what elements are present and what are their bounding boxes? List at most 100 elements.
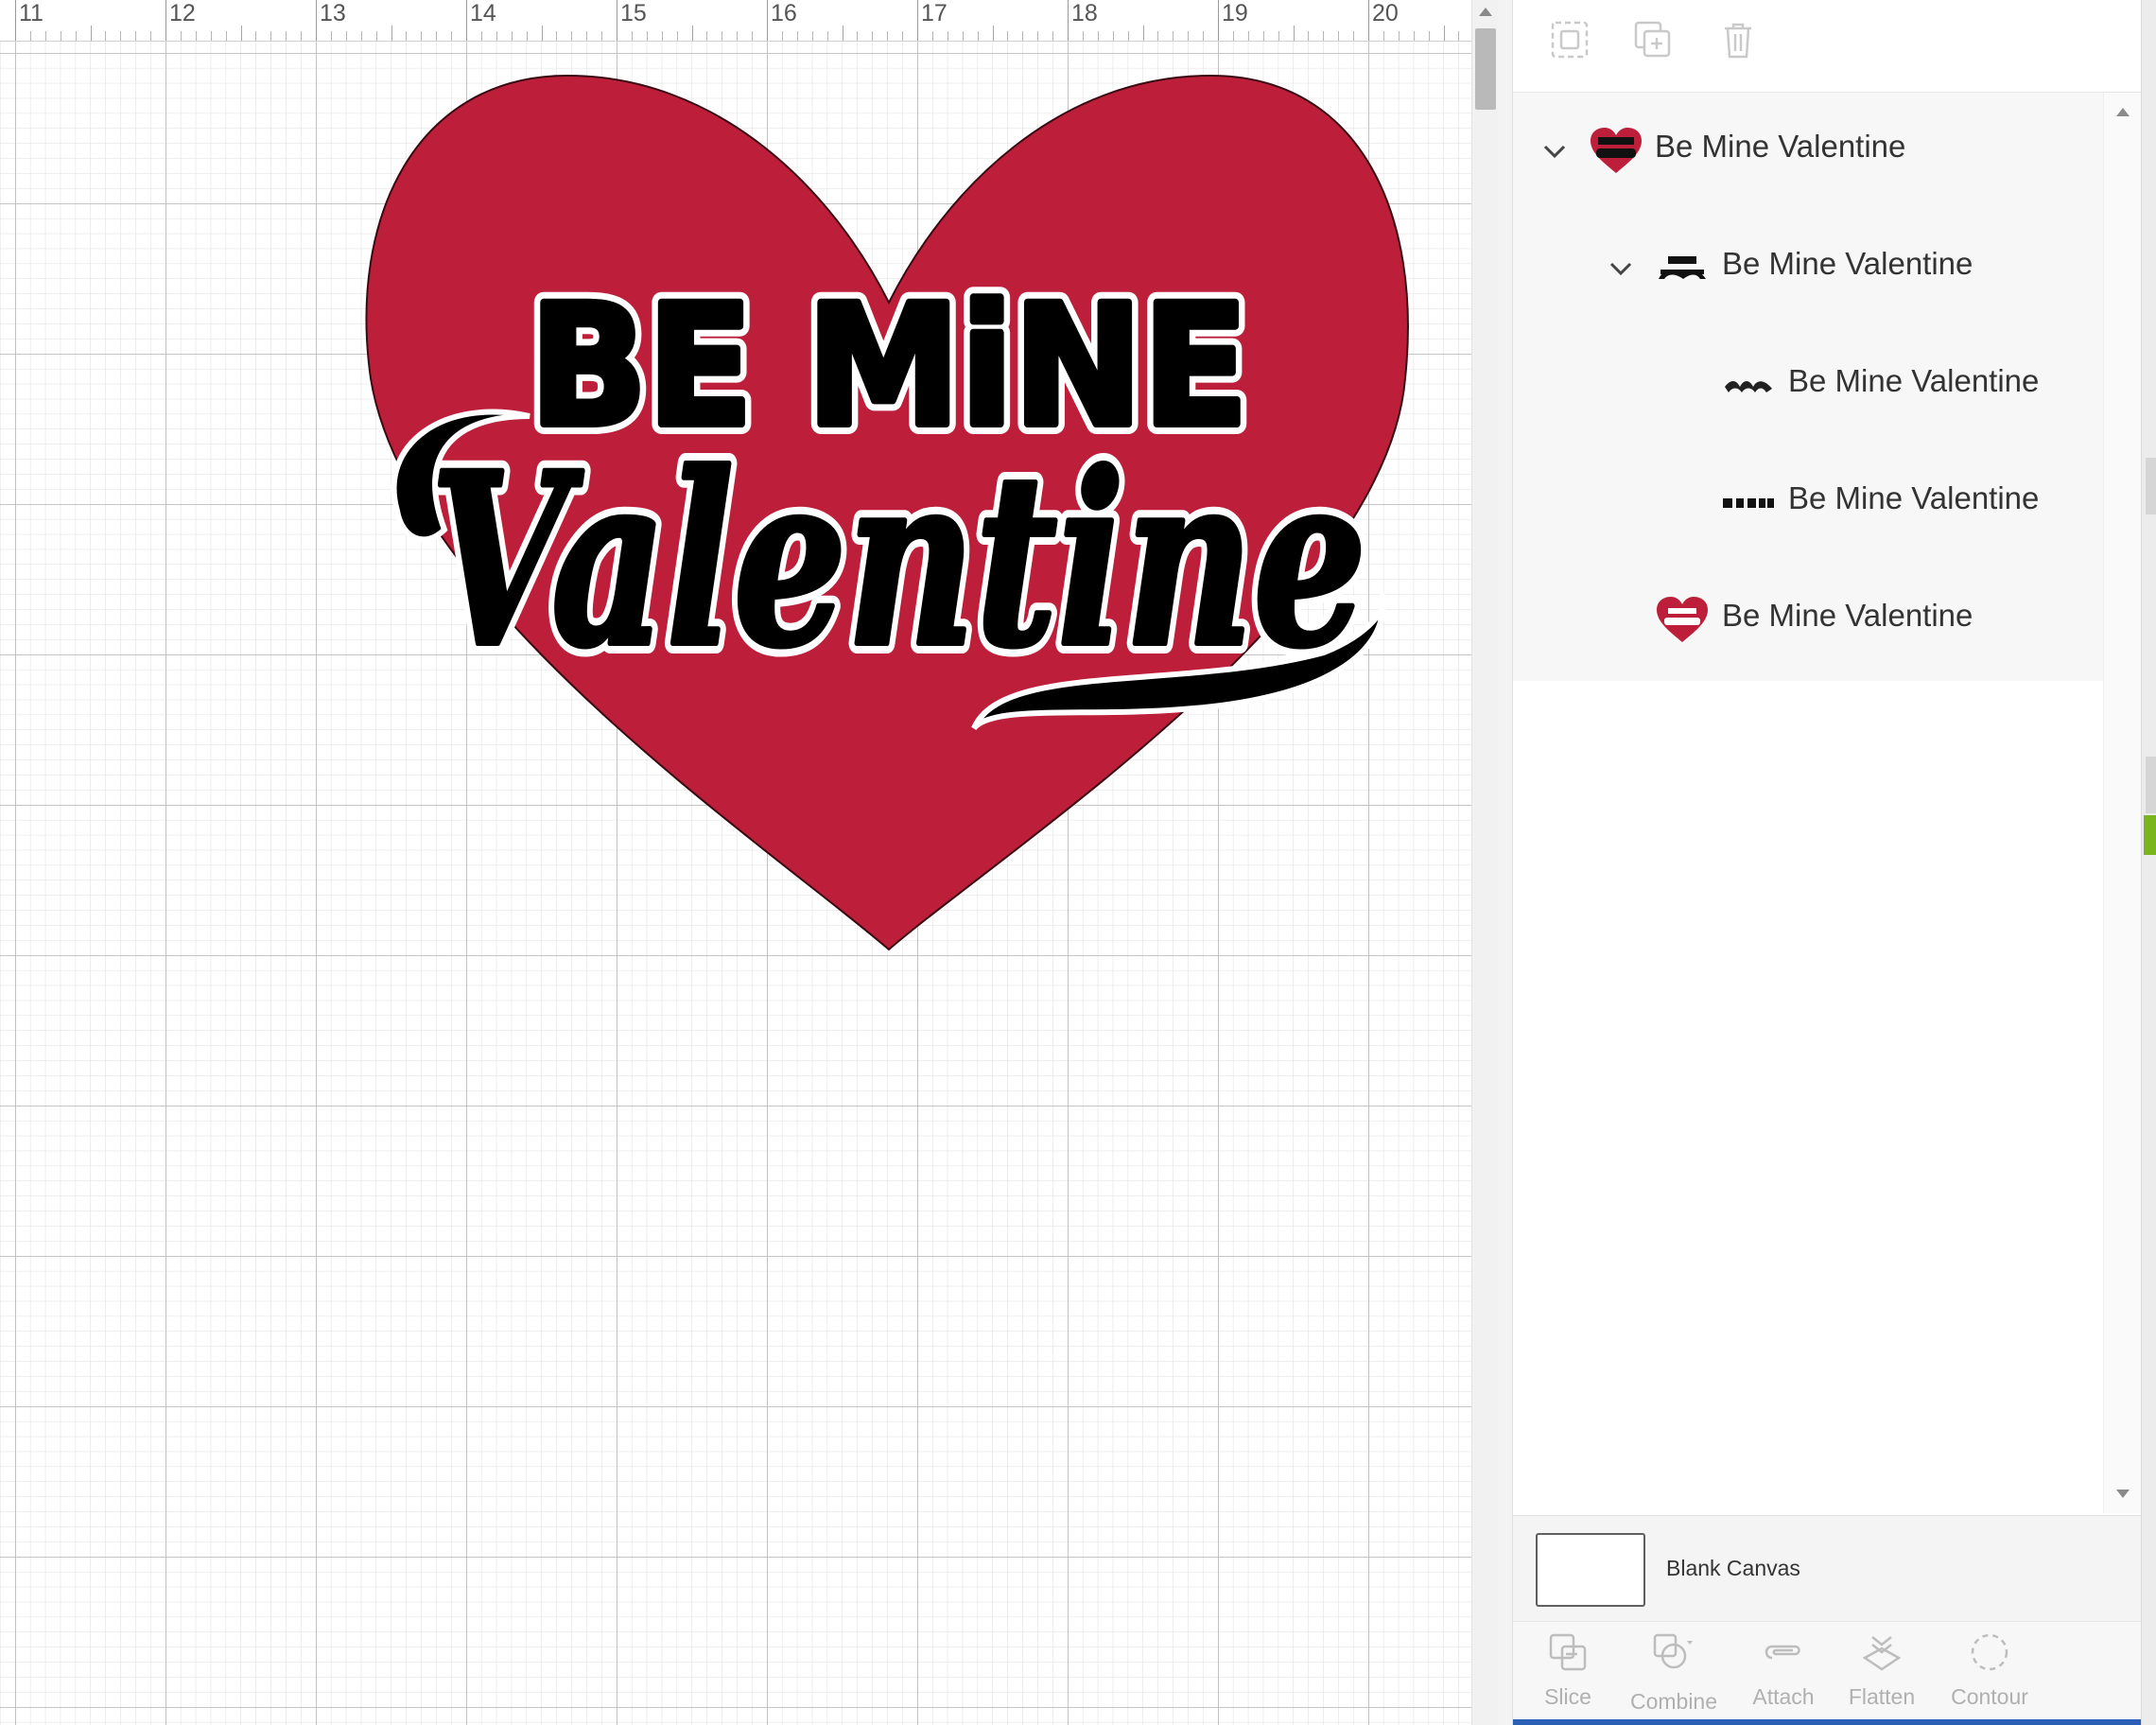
layer-label[interactable]: Be Mine Valentine — [1722, 598, 1973, 634]
scrollbar-thumb[interactable] — [1475, 28, 1496, 110]
ruler-label: 18 — [1071, 0, 1098, 26]
slice-button[interactable]: Slice — [1521, 1629, 1615, 1716]
ruler-minor-tick — [601, 31, 603, 41]
layer-label[interactable]: Be Mine Valentine — [1788, 363, 2039, 399]
ruler-minor-tick — [526, 31, 528, 41]
canvas-color-swatch[interactable] — [1536, 1533, 1645, 1607]
ruler-minor-tick — [1293, 26, 1295, 41]
layers-list-container[interactable]: Be Mine Valentine Be Mine Valentine Be M… — [1513, 93, 2103, 1513]
combine-icon — [1653, 1633, 1693, 1669]
combine-label: Combine — [1629, 1689, 1718, 1714]
ruler-minor-tick — [270, 31, 272, 41]
contour-label: Contour — [1951, 1684, 2028, 1709]
ruler-minor-tick — [75, 31, 77, 41]
edge-tab[interactable] — [2146, 757, 2156, 813]
ruler-minor-tick — [255, 31, 257, 41]
ruler-major-tick — [767, 0, 768, 41]
layers-scrollbar[interactable] — [2103, 93, 2141, 1513]
ruler-minor-tick — [1022, 31, 1024, 41]
layer-label[interactable]: Be Mine Valentine — [1655, 129, 1905, 165]
combine-button[interactable]: Combine — [1626, 1629, 1721, 1716]
ruler-minor-tick — [496, 31, 497, 41]
ruler-major-tick — [15, 0, 16, 41]
ruler-minor-tick — [737, 31, 739, 41]
blank-canvas-row[interactable]: Blank Canvas — [1513, 1515, 2141, 1621]
ruler-label: 12 — [169, 0, 196, 26]
layer-label[interactable]: Be Mine Valentine — [1722, 246, 1973, 282]
canvas-area[interactable]: 11 12 13 14 15 16 17 18 19 20 BE MiNE BE… — [0, 0, 1471, 1725]
ruler-minor-tick — [286, 31, 287, 41]
ruler-minor-tick — [1112, 31, 1114, 41]
ruler-minor-tick — [1413, 31, 1415, 41]
layer-row-group[interactable]: Be Mine Valentine — [1513, 93, 2103, 210]
ruler-minor-tick — [451, 31, 453, 41]
ruler-minor-tick — [676, 31, 678, 41]
ruler-minor-tick — [781, 31, 783, 41]
ruler-major-tick — [917, 0, 918, 41]
ruler-minor-tick — [571, 31, 573, 41]
ruler-minor-tick — [1188, 31, 1190, 41]
ruler-minor-tick — [1007, 31, 1009, 41]
ruler-minor-tick — [391, 26, 392, 41]
ruler-minor-tick — [1262, 31, 1264, 41]
ruler-minor-tick — [1278, 31, 1279, 41]
ruler-minor-tick — [541, 26, 543, 41]
ruler-label: 20 — [1372, 0, 1399, 26]
layer-row-heart[interactable]: Be Mine Valentine — [1513, 562, 2103, 679]
design-space: 11 12 13 14 15 16 17 18 19 20 BE MiNE BE… — [0, 0, 2156, 1725]
flatten-label: Flatten — [1848, 1684, 1916, 1709]
chevron-down-icon[interactable] — [1606, 253, 1636, 284]
ruler-minor-tick — [872, 31, 874, 41]
ruler-minor-tick — [826, 31, 828, 41]
horizontal-ruler: 11 12 13 14 15 16 17 18 19 20 — [0, 0, 1471, 42]
ruler-minor-tick — [992, 26, 994, 41]
edge-tab-active[interactable] — [2144, 815, 2156, 855]
ruler-minor-tick — [931, 31, 933, 41]
flatten-button[interactable]: Flatten — [1834, 1629, 1929, 1716]
ruler-minor-tick — [977, 31, 979, 41]
layer-label[interactable]: Be Mine Valentine — [1788, 480, 2039, 516]
scroll-up-arrow-icon[interactable] — [1479, 8, 1492, 16]
ruler-label: 15 — [620, 0, 647, 26]
canvas-scrollbar[interactable] — [1471, 0, 1498, 1725]
slice-label: Slice — [1544, 1684, 1591, 1709]
ruler-minor-tick — [902, 31, 904, 41]
ruler-minor-tick — [586, 31, 588, 41]
ruler-minor-tick — [1173, 31, 1174, 41]
edge-tab[interactable] — [2146, 458, 2156, 514]
contour-button[interactable]: Contour — [1942, 1629, 2037, 1716]
duplicate-icon[interactable] — [1630, 17, 1676, 62]
group-icon[interactable] — [1547, 17, 1592, 62]
ruler-minor-tick — [857, 31, 859, 41]
chevron-down-icon[interactable] — [1539, 136, 1570, 166]
ruler-minor-tick — [752, 31, 754, 41]
valentine-script-text[interactable]: Valentine Valentine — [391, 409, 1387, 731]
attach-button[interactable]: Attach — [1736, 1629, 1831, 1716]
scroll-up-arrow-icon[interactable] — [2116, 108, 2130, 116]
ruler-minor-tick — [1443, 26, 1445, 41]
ruler-minor-tick — [646, 31, 648, 41]
ruler-minor-tick — [44, 31, 46, 41]
ruler-minor-tick — [1428, 31, 1430, 41]
ruler-label: 11 — [19, 0, 43, 26]
ruler-minor-tick — [345, 31, 347, 41]
ruler-minor-tick — [887, 31, 889, 41]
ruler-minor-tick — [436, 31, 438, 41]
ruler-minor-tick — [691, 26, 693, 41]
ruler-minor-tick — [1142, 26, 1144, 41]
right-edge-strip — [2141, 0, 2156, 1725]
ruler-major-tick — [466, 0, 467, 41]
delete-icon[interactable] — [1715, 17, 1761, 62]
layer-thumbnail-block-text — [1723, 498, 1774, 508]
ruler-minor-tick — [1127, 31, 1129, 41]
ruler-minor-tick — [811, 31, 813, 41]
layer-row-be-mine[interactable]: Be Mine Valentine — [1513, 444, 2103, 562]
ruler-minor-tick — [556, 31, 558, 41]
layer-row-text-group[interactable]: Be Mine Valentine — [1513, 210, 2103, 327]
layer-thumbnail-script — [1725, 381, 1772, 392]
ruler-minor-tick — [962, 31, 964, 41]
ruler-minor-tick — [1308, 31, 1310, 41]
panel-divider — [1498, 0, 1513, 1725]
scroll-down-arrow-icon[interactable] — [2116, 1490, 2130, 1498]
layer-row-valentine[interactable]: Be Mine Valentine — [1513, 327, 2103, 444]
